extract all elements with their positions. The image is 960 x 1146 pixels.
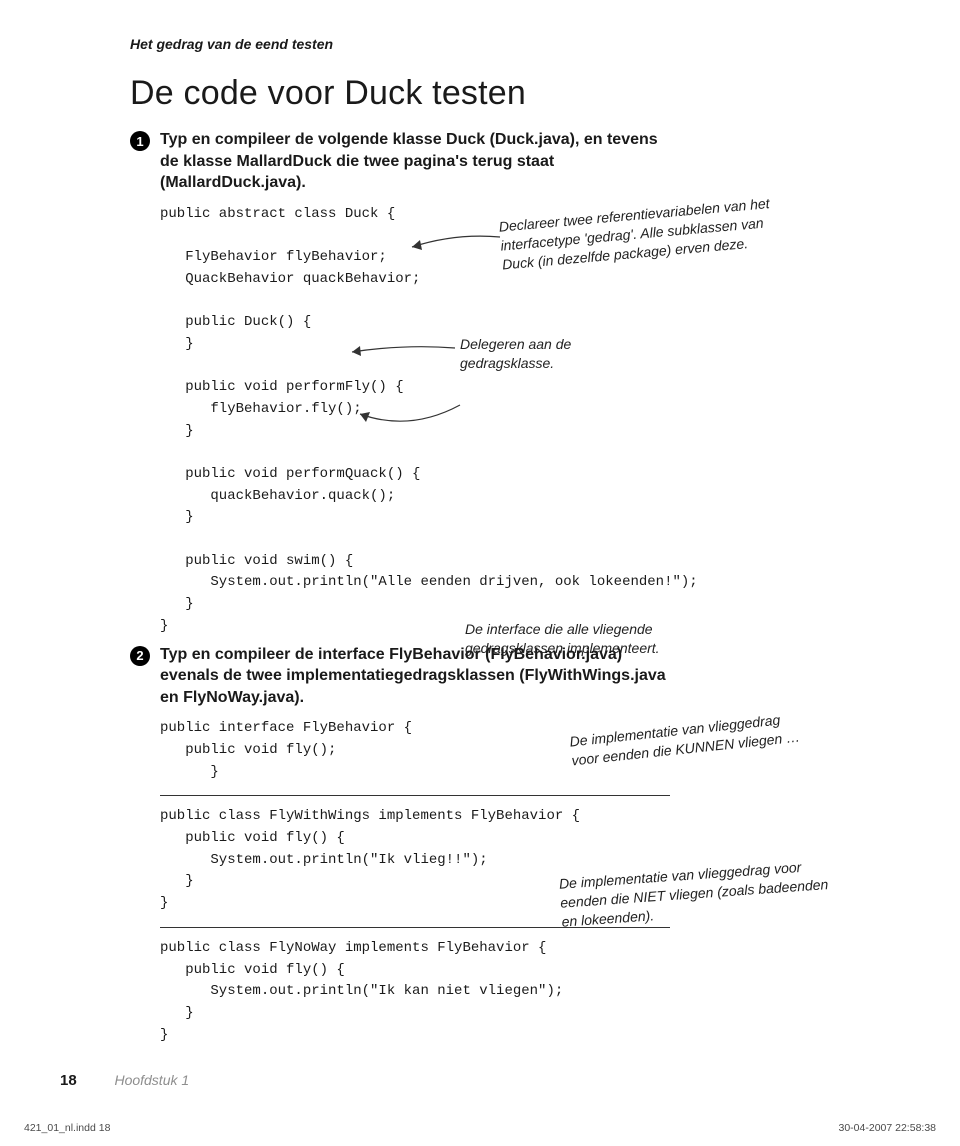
arrow-delegate-top-icon xyxy=(340,338,460,368)
annotation-interface: De interface die alle vliegende gedragsk… xyxy=(465,620,715,658)
footer-left: 421_01_nl.indd 18 xyxy=(24,1122,110,1134)
print-footer: 421_01_nl.indd 18 30-04-2007 22:58:38 xyxy=(24,1122,936,1134)
page-number: 18 xyxy=(60,1072,110,1089)
footer-right: 30-04-2007 22:58:38 xyxy=(839,1122,937,1134)
step-1-text: Typ en compileer de volgende klasse Duck… xyxy=(160,129,670,194)
code-flynoway: public class FlyNoWay implements FlyBeha… xyxy=(160,938,902,1046)
arrow-delegate-bottom-icon xyxy=(350,402,470,452)
arrow-declare-icon xyxy=(400,225,505,270)
running-head: Het gedrag van de eend testen xyxy=(130,36,902,52)
divider xyxy=(160,795,670,796)
page-footer-line: 18 Hoofdstuk 1 xyxy=(130,1072,902,1090)
page-title: De code voor Duck testen xyxy=(130,74,902,113)
annotation-delegate: Delegeren aan de gedragsklasse. xyxy=(460,335,620,373)
chapter-label: Hoofdstuk 1 xyxy=(114,1072,189,1088)
step-1-bullet: 1 xyxy=(130,131,150,151)
step-2-bullet: 2 xyxy=(130,646,150,666)
step-1: 1 Typ en compileer de volgende klasse Du… xyxy=(130,129,902,194)
